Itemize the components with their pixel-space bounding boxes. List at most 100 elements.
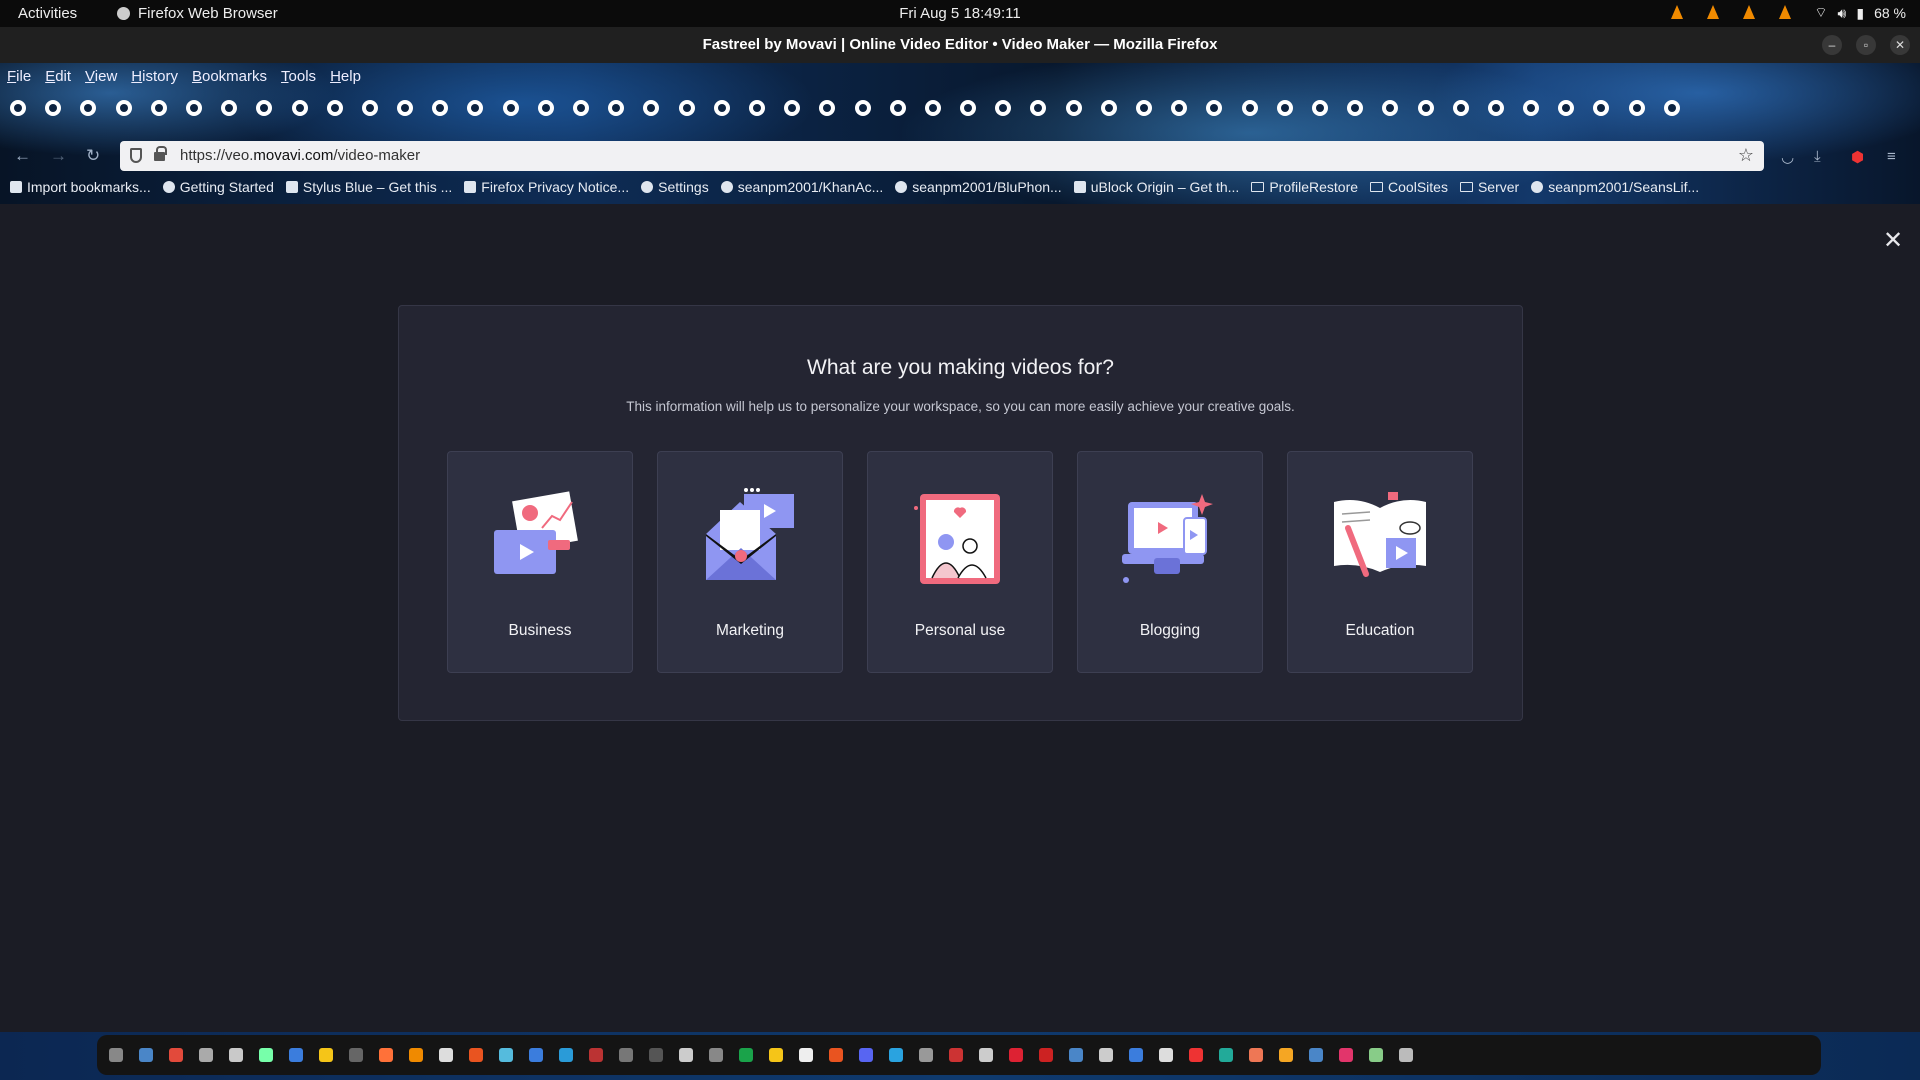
menu-edit[interactable]: Edit [45, 68, 71, 85]
close-icon[interactable]: ✕ [1883, 226, 1903, 255]
dock-app-icon[interactable] [409, 1048, 423, 1062]
option-personal-use[interactable]: Personal use [867, 451, 1053, 673]
dock-app-icon[interactable] [589, 1048, 603, 1062]
ublock-icon[interactable]: ⬢ [1851, 148, 1864, 166]
vlc-icon[interactable] [1742, 5, 1756, 21]
toolbar-shortcut-icon[interactable] [1136, 100, 1152, 116]
toolbar-shortcut-icon[interactable] [467, 100, 484, 116]
dock-app-icon[interactable] [1069, 1048, 1083, 1062]
toolbar-shortcut-icon[interactable] [1206, 100, 1223, 116]
dock-app-icon[interactable] [469, 1048, 483, 1062]
bookmark-item[interactable]: Firefox Privacy Notice... [464, 179, 629, 195]
dock-app-icon[interactable] [799, 1048, 813, 1062]
close-window-button[interactable]: ✕ [1890, 35, 1910, 55]
dock-app-icon[interactable] [1399, 1048, 1413, 1062]
toolbar-shortcut-icon[interactable] [924, 100, 941, 116]
vlc-icon[interactable] [1706, 5, 1720, 21]
lock-icon[interactable] [154, 146, 167, 161]
clock[interactable]: Fri Aug 5 18:49:11 [0, 5, 1920, 22]
menu-tools[interactable]: Tools [281, 68, 316, 85]
dock-app-icon[interactable] [1369, 1048, 1383, 1062]
dock-app-icon[interactable] [499, 1048, 513, 1062]
toolbar-shortcut-icon[interactable] [1030, 100, 1047, 116]
dock-app-icon[interactable] [109, 1048, 123, 1062]
toolbar-shortcut-icon[interactable] [678, 100, 695, 116]
dock-app-icon[interactable] [559, 1048, 573, 1062]
option-business[interactable]: Business [447, 451, 633, 673]
dock-app-icon[interactable] [1219, 1048, 1233, 1062]
dock-app-icon[interactable] [289, 1048, 303, 1062]
toolbar-shortcut-icon[interactable] [889, 100, 906, 116]
dock-app-icon[interactable] [229, 1048, 243, 1062]
toolbar-shortcut-icon[interactable] [45, 100, 62, 116]
toolbar-shortcut-icon[interactable] [432, 100, 449, 116]
dock-app-icon[interactable] [139, 1048, 153, 1062]
dock-app-icon[interactable] [679, 1048, 693, 1062]
bookmark-item[interactable]: Getting Started [162, 179, 274, 195]
bookmark-item[interactable]: Settings [641, 179, 709, 195]
toolbar-shortcut-icon[interactable] [397, 100, 414, 116]
toolbar-shortcut-icon[interactable] [1417, 100, 1434, 116]
dock-app-icon[interactable] [199, 1048, 213, 1062]
toolbar-shortcut-icon[interactable] [326, 100, 343, 116]
toolbar-shortcut-icon[interactable] [80, 100, 97, 116]
toolbar-shortcut-icon[interactable] [185, 100, 202, 116]
dock-app-icon[interactable] [349, 1048, 363, 1062]
toolbar-shortcut-icon[interactable] [995, 100, 1012, 116]
reload-button[interactable]: ↻ [86, 146, 100, 166]
toolbar-shortcut-icon[interactable] [1241, 100, 1258, 116]
dock-app-icon[interactable] [1189, 1048, 1203, 1062]
toolbar-shortcut-icon[interactable] [960, 100, 977, 116]
toolbar-shortcut-icon[interactable] [1347, 100, 1364, 116]
toolbar-shortcut-icon[interactable] [1382, 100, 1399, 116]
toolbar-shortcut-icon[interactable] [748, 100, 765, 116]
toolbar-shortcut-icon[interactable] [713, 100, 730, 116]
vlc-icon[interactable] [1670, 5, 1684, 21]
menu-file[interactable]: File [7, 68, 31, 85]
dock-app-icon[interactable] [919, 1048, 933, 1062]
option-marketing[interactable]: Marketing [657, 451, 843, 673]
bookmark-star-icon[interactable]: ☆ [1738, 145, 1754, 166]
dock-app-icon[interactable] [319, 1048, 333, 1062]
toolbar-shortcut-icon[interactable] [573, 100, 589, 116]
dock-app-icon[interactable] [1009, 1048, 1023, 1062]
dock-app-icon[interactable] [859, 1048, 873, 1062]
bookmark-item[interactable]: ProfileRestore [1251, 179, 1358, 195]
toolbar-shortcut-icon[interactable] [256, 100, 273, 116]
dock-app-icon[interactable] [649, 1048, 663, 1062]
minimize-button[interactable]: – [1822, 35, 1842, 55]
toolbar-shortcut-icon[interactable] [1663, 100, 1680, 116]
toolbar-shortcut-icon[interactable] [608, 100, 625, 116]
toolbar-shortcut-icon[interactable] [10, 100, 26, 116]
bookmark-item[interactable]: seanpm2001/BluPhon... [895, 179, 1062, 195]
menu-view[interactable]: View [85, 68, 117, 85]
dock-app-icon[interactable] [769, 1048, 783, 1062]
dock-app-icon[interactable] [1339, 1048, 1353, 1062]
toolbar-shortcut-icon[interactable] [150, 100, 167, 116]
toolbar-shortcut-icon[interactable] [1487, 100, 1504, 116]
dock-app-icon[interactable] [1159, 1048, 1173, 1062]
toolbar-shortcut-icon[interactable] [1558, 100, 1575, 116]
dock-app-icon[interactable] [709, 1048, 723, 1062]
menu-help[interactable]: Help [330, 68, 361, 85]
toolbar-shortcut-icon[interactable] [1171, 100, 1188, 116]
toolbar-shortcut-icon[interactable] [1523, 100, 1540, 116]
toolbar-shortcut-icon[interactable] [1311, 100, 1328, 116]
dock-app-icon[interactable] [619, 1048, 633, 1062]
dock-app-icon[interactable] [259, 1048, 273, 1062]
vlc-icon[interactable] [1778, 5, 1792, 21]
toolbar-shortcut-icon[interactable] [854, 100, 871, 116]
dock-app-icon[interactable] [1309, 1048, 1323, 1062]
bookmark-item[interactable]: Stylus Blue – Get this ... [285, 179, 452, 195]
dock-app-icon[interactable] [1129, 1048, 1143, 1062]
option-blogging[interactable]: Blogging [1077, 451, 1263, 673]
bookmark-item[interactable]: Import bookmarks... [10, 179, 151, 195]
toolbar-shortcut-icon[interactable] [221, 100, 238, 116]
maximize-button[interactable]: ▫ [1856, 35, 1876, 55]
option-education[interactable]: Education [1287, 451, 1473, 673]
forward-button[interactable]: → [50, 146, 67, 166]
dock-app-icon[interactable] [1249, 1048, 1263, 1062]
bookmark-item[interactable]: seanpm2001/SeansLif... [1531, 179, 1699, 195]
toolbar-shortcut-icon[interactable] [502, 100, 519, 116]
bookmark-item[interactable]: CoolSites [1370, 179, 1448, 195]
